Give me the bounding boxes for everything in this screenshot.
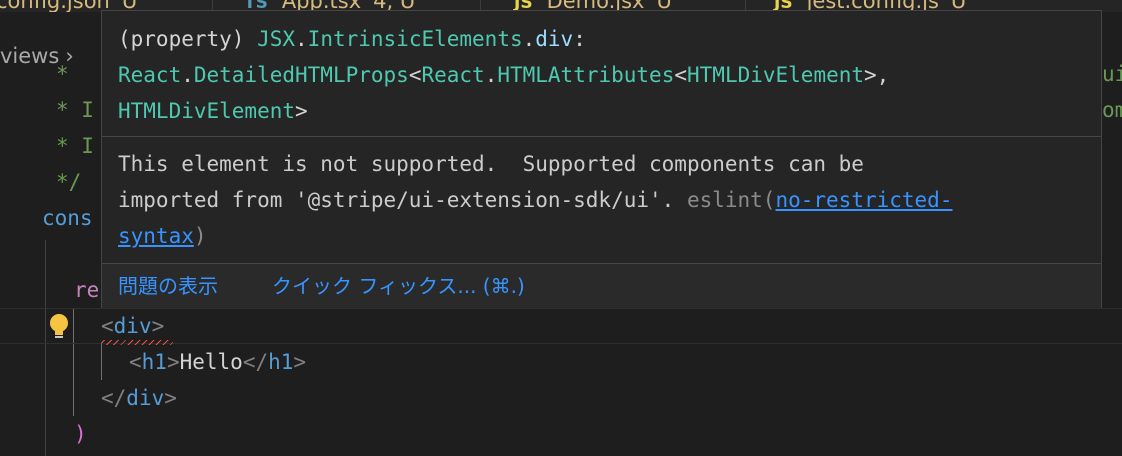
hover-message: This element is not supported. Supported… xyxy=(118,152,953,248)
tab-label: config.json xyxy=(0,0,110,12)
indent-guide xyxy=(45,240,46,456)
current-line-highlight xyxy=(0,308,1122,344)
code-line-const: cons xyxy=(42,206,93,230)
code-line-return: re xyxy=(74,278,100,302)
code-line-h1: <h1>Hello</h1> xyxy=(129,350,307,374)
code-line-paren: ) xyxy=(74,422,87,446)
lightbulb-icon[interactable] xyxy=(47,313,71,341)
view-problem-link[interactable]: 問題の表示 xyxy=(118,264,218,308)
code-clipped-right: ui xyxy=(1102,62,1122,86)
code-line-comment-1: * I xyxy=(56,98,94,122)
code-line-div-close: </div> xyxy=(101,386,177,410)
quick-fix-link[interactable]: クイック フィックス... (⌘.) xyxy=(272,264,525,308)
hover-tooltip: (property) JSX.IntrinsicElements.div: Re… xyxy=(101,10,1102,308)
code-clipped-right: om xyxy=(1102,98,1122,122)
breadcrumb-item-views[interactable]: views xyxy=(0,44,59,68)
code-line-div-open[interactable]: <div> xyxy=(101,308,164,344)
code-line-comment-2: * I xyxy=(56,134,94,158)
indent-guide-active xyxy=(101,344,102,380)
code-line-comment-0: * xyxy=(56,62,82,86)
hover-divider xyxy=(102,136,1101,137)
hover-actions-bar: 問題の表示 クイック フィックス... (⌘.) xyxy=(102,264,1101,308)
hover-signature: (property) JSX.IntrinsicElements.div: Re… xyxy=(118,27,902,123)
code-line-comment-3: */ xyxy=(56,170,82,194)
